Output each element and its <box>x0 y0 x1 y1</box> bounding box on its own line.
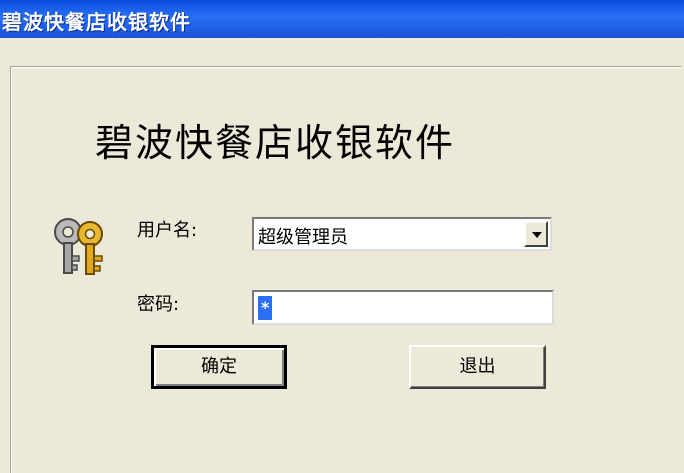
keys-icon <box>54 218 103 275</box>
username-select[interactable]: 超级管理员 <box>252 217 552 251</box>
username-label: 用户名: <box>137 220 198 241</box>
chevron-down-icon <box>532 232 542 238</box>
password-input[interactable]: * <box>252 290 554 325</box>
username-select-value: 超级管理员 <box>258 227 348 248</box>
password-label: 密码: <box>137 294 180 315</box>
title-bar[interactable]: 碧波快餐店收银软件 <box>0 0 684 38</box>
dropdown-arrow-button[interactable] <box>524 221 548 247</box>
window-title: 碧波快餐店收银软件 <box>2 10 191 34</box>
password-input-value: * <box>258 296 273 320</box>
exit-button[interactable]: 退出 <box>409 345 546 389</box>
ok-button[interactable]: 确定 <box>151 345 287 389</box>
login-window: 碧波快餐店收银软件 碧波快餐店收银软件 用户名: 超级管理员 密码: * 确定 … <box>0 0 684 473</box>
app-heading: 碧波快餐店收银软件 <box>95 121 456 165</box>
